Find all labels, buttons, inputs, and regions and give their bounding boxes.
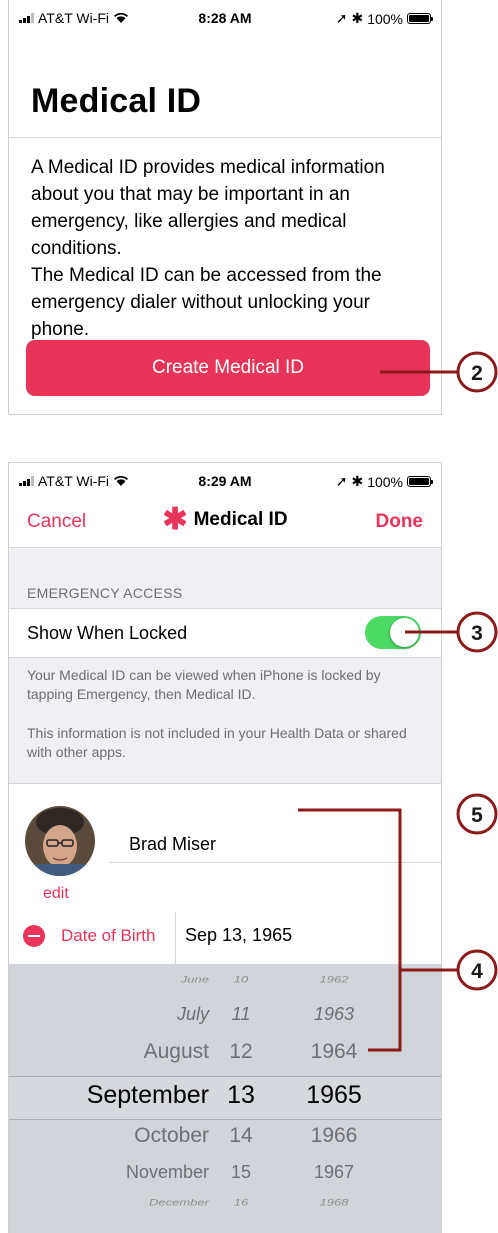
callout-badge-4: 4	[456, 949, 498, 991]
callout-badge-2: 2	[456, 351, 498, 393]
callout-line-4-bracket	[298, 808, 402, 1052]
callout-number: 2	[471, 362, 483, 385]
callout-number: 4	[471, 960, 483, 983]
callout-badge-3: 3	[456, 611, 498, 653]
callout-badge-5: 5	[456, 793, 498, 835]
callout-number: 3	[471, 622, 483, 645]
callout-overlay: 2 3 5 4	[298, 351, 498, 1052]
callout-number: 5	[471, 804, 483, 827]
